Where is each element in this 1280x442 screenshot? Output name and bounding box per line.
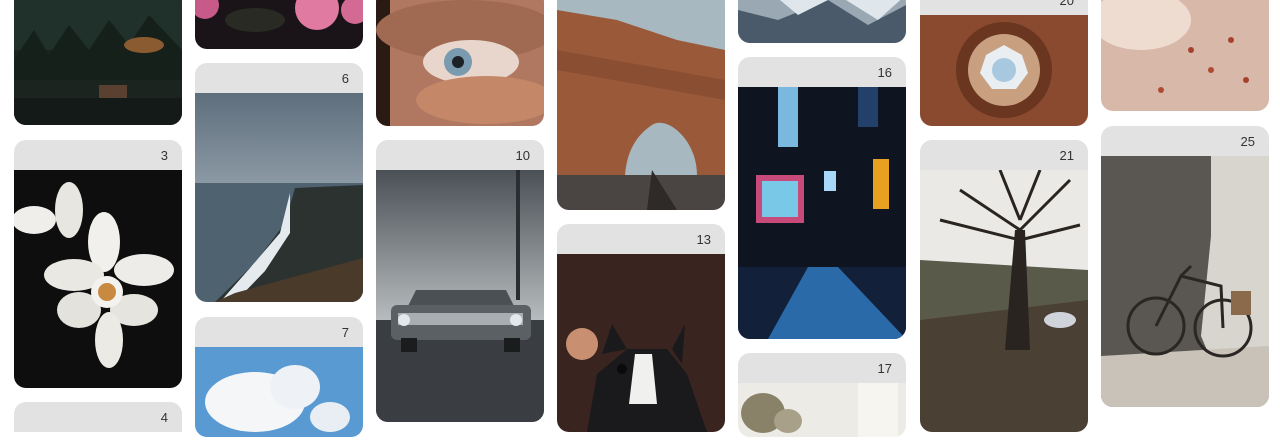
photo-card-roses[interactable] — [195, 0, 363, 49]
photo-card-sea-cliffs[interactable]: 6 — [195, 63, 363, 302]
roses-photo — [195, 0, 363, 49]
eye-closeup-photo — [376, 0, 544, 126]
card-header: 10 — [376, 140, 544, 170]
card-number: 20 — [1059, 0, 1074, 8]
photo-card-ceiling-dome[interactable]: 20 — [920, 0, 1088, 126]
french-bulldog-photo — [557, 254, 725, 432]
card-number: 16 — [877, 65, 892, 80]
sky-clouds-photo — [195, 347, 363, 437]
rock-arch-photo — [557, 0, 725, 210]
photo-card-ice-stream[interactable] — [738, 0, 906, 43]
card-header: 4 — [14, 402, 182, 432]
card-number: 17 — [877, 361, 892, 376]
photo-card-sky-clouds[interactable]: 7 — [195, 317, 363, 437]
plant-photo — [738, 383, 906, 437]
card-number: 25 — [1240, 134, 1255, 149]
card-number: 10 — [515, 148, 530, 163]
card-header: 6 — [195, 63, 363, 93]
card-header: 3 — [14, 140, 182, 170]
photo-card-city-night[interactable]: 16 — [738, 57, 906, 339]
card-number: 21 — [1059, 148, 1074, 163]
photo-card-bicycle-wall[interactable]: 25 — [1101, 126, 1269, 407]
photo-card-dry-flowers[interactable] — [1101, 0, 1269, 111]
photo-card-partial-4[interactable]: 4 — [14, 402, 182, 442]
card-number: 4 — [160, 410, 168, 425]
photo-card-french-bulldog[interactable]: 13 — [557, 224, 725, 432]
card-header: 20 — [920, 0, 1088, 15]
photo-card-vintage-car[interactable]: 10 — [376, 140, 544, 422]
daffodil-photo — [14, 170, 182, 388]
bicycle-wall-photo — [1101, 156, 1269, 407]
city-night-photo — [738, 87, 906, 339]
photo-card-eye[interactable] — [376, 0, 544, 126]
photo-card-rock-arch[interactable] — [557, 0, 725, 210]
card-header: 17 — [738, 353, 906, 383]
vintage-car-photo — [376, 170, 544, 422]
card-number: 7 — [341, 325, 349, 340]
card-number: 13 — [696, 232, 711, 247]
sea-cliffs-photo — [195, 93, 363, 302]
forest-cabin-photo — [14, 0, 182, 125]
card-header: 13 — [557, 224, 725, 254]
bare-tree-photo — [920, 170, 1088, 432]
ceiling-dome-photo — [920, 15, 1088, 126]
photo-card-plant[interactable]: 17 — [738, 353, 906, 437]
card-header: 7 — [195, 317, 363, 347]
dry-flowers-photo — [1101, 0, 1269, 111]
card-number: 6 — [341, 71, 349, 86]
ice-stream-photo — [738, 0, 906, 43]
photo-card-bare-tree[interactable]: 21 — [920, 140, 1088, 432]
photo-card-forest-cabin[interactable] — [14, 0, 182, 125]
card-header: 21 — [920, 140, 1088, 170]
card-header: 16 — [738, 57, 906, 87]
card-header: 25 — [1101, 126, 1269, 156]
card-number: 3 — [160, 148, 168, 163]
photo-card-daffodil[interactable]: 3 — [14, 140, 182, 388]
